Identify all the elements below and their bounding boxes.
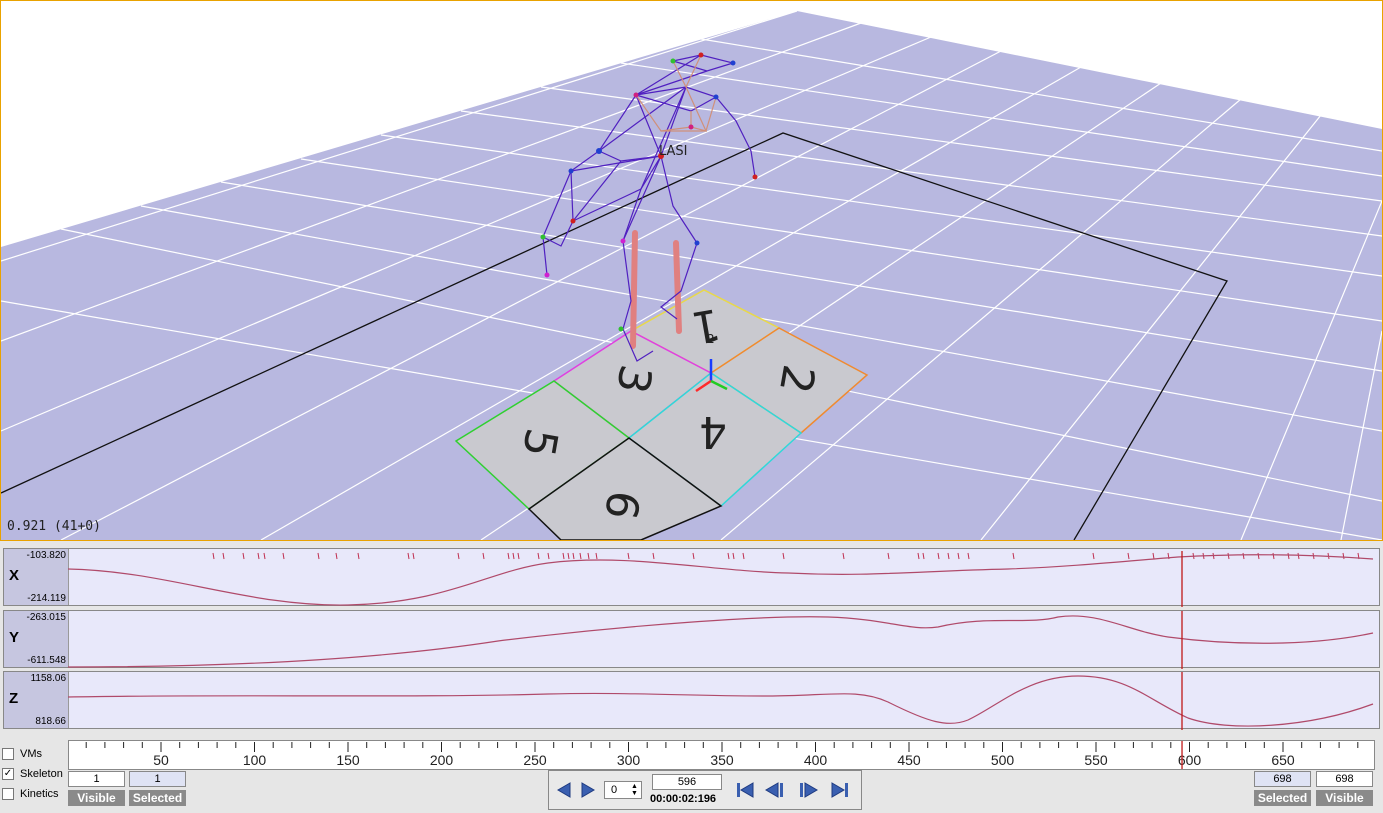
step-back-button[interactable] xyxy=(554,780,576,800)
skeleton-checkbox[interactable]: ✓ xyxy=(2,768,14,780)
transport-controls: 0 ▲ ▼ 596 00:00:02:196 xyxy=(548,770,862,810)
plate-4-label: 4 xyxy=(699,406,727,457)
step-size-field[interactable]: 0 ▲ ▼ xyxy=(604,781,642,799)
marker-label-2: 2 xyxy=(707,332,715,346)
play-icon xyxy=(800,782,818,798)
graph-y-letter: Y xyxy=(9,629,20,646)
go-to-start-button[interactable] xyxy=(734,780,756,800)
scene-canvas: 1 2 3 4 5 6 LASI 2 xyxy=(1,10,1382,540)
graph-x[interactable]: -103.820 X -214.119 xyxy=(3,548,1380,607)
vms-checkbox-row[interactable]: VMs xyxy=(2,748,42,760)
selected-start-label: Selected xyxy=(129,790,186,806)
triangle-left-icon xyxy=(557,782,571,798)
timeline-svg: 50 100 150 200 250 300 350 400 450 500 550 600 650 xyxy=(85,741,1359,769)
timeline-ruler[interactable]: 50 100 150 200 250 300 350 400 450 500 550 600 650 xyxy=(68,740,1375,770)
marker-label: LASI xyxy=(659,144,688,159)
timeline-tick-label: 250 xyxy=(523,752,547,768)
triangle-right-icon xyxy=(581,782,595,798)
step-size-value: 0 xyxy=(611,784,618,796)
current-frame-field[interactable]: 596 xyxy=(652,774,722,790)
graph-y-min: -611.548 xyxy=(27,655,66,666)
graph-y-curve xyxy=(68,615,1374,668)
graph-y-plot xyxy=(68,611,1374,669)
graph-x-plot xyxy=(68,551,1374,607)
visible-start-field[interactable]: 1 xyxy=(68,771,125,787)
graph-y-max: -263.015 xyxy=(26,612,66,623)
visible-end-label: Visible xyxy=(1316,790,1373,806)
play-forward-button[interactable] xyxy=(797,780,819,800)
timeline-tick-label: 600 xyxy=(1178,752,1202,768)
kinetics-checkbox-row[interactable]: Kinetics xyxy=(2,788,59,800)
step-forward-button[interactable] xyxy=(576,780,598,800)
timeline-tick-label: 50 xyxy=(153,752,169,768)
timeline-tick-label: 400 xyxy=(804,752,828,768)
timeline-tick-label: 350 xyxy=(710,752,734,768)
fps-readout: 0.921 (41+0) xyxy=(7,519,101,534)
graph-z-plot xyxy=(68,672,1374,730)
graph-z-max: 1158.06 xyxy=(30,673,66,684)
timeline-tick-label: 200 xyxy=(430,752,454,768)
kinetics-label: Kinetics xyxy=(20,788,59,800)
play-reverse-icon xyxy=(765,782,783,798)
timeline-tick-label: 450 xyxy=(897,752,921,768)
graph-x-max: -103.820 xyxy=(26,550,66,561)
graph-z-min: 818.66 xyxy=(35,716,66,727)
skeleton-checkbox-row[interactable]: ✓ Skeleton xyxy=(2,768,63,780)
vms-label: VMs xyxy=(20,748,42,760)
selected-end-field[interactable]: 698 xyxy=(1254,771,1311,787)
3d-viewport[interactable]: 1 2 3 4 5 6 LASI 2 0.921 (41+0) xyxy=(0,0,1383,541)
visible-start-label: Visible xyxy=(68,790,125,806)
skip-end-icon xyxy=(831,782,848,798)
timeline-tick-label: 550 xyxy=(1084,752,1108,768)
timecode: 00:00:02:196 xyxy=(650,793,717,805)
timeline-tick-label: 150 xyxy=(336,752,360,768)
skeleton-label: Skeleton xyxy=(20,768,63,780)
selected-end-label: Selected xyxy=(1254,790,1311,806)
spinner-icon[interactable]: ▲ ▼ xyxy=(629,783,640,797)
timeline-tick-label: 300 xyxy=(617,752,641,768)
graph-x-curve xyxy=(68,554,1374,606)
play-backward-button[interactable] xyxy=(764,780,786,800)
timeline-tick-label: 100 xyxy=(243,752,267,768)
graph-z-letter: Z xyxy=(9,690,19,707)
kinetics-checkbox[interactable] xyxy=(2,788,14,800)
visible-end-field[interactable]: 698 xyxy=(1316,771,1373,787)
graph-y-axis-panel: -263.015 Y -611.548 xyxy=(4,611,69,667)
skip-start-icon xyxy=(737,782,754,798)
graph-z[interactable]: 1158.06 Z 818.66 xyxy=(3,671,1380,730)
graph-z-axis-panel: 1158.06 Z 818.66 xyxy=(4,672,69,728)
graph-x-min: -214.119 xyxy=(27,593,66,604)
timeline-tick-label: 500 xyxy=(991,752,1015,768)
graph-x-axis-panel: -103.820 X -214.119 xyxy=(4,549,69,605)
graph-x-letter: X xyxy=(9,567,20,584)
vms-checkbox[interactable] xyxy=(2,748,14,760)
timeline-tick-label: 650 xyxy=(1271,752,1295,768)
graph-z-curve xyxy=(68,675,1374,727)
graph-y[interactable]: -263.015 Y -611.548 xyxy=(3,610,1380,669)
selected-start-field[interactable]: 1 xyxy=(129,771,186,787)
go-to-end-button[interactable] xyxy=(829,780,851,800)
